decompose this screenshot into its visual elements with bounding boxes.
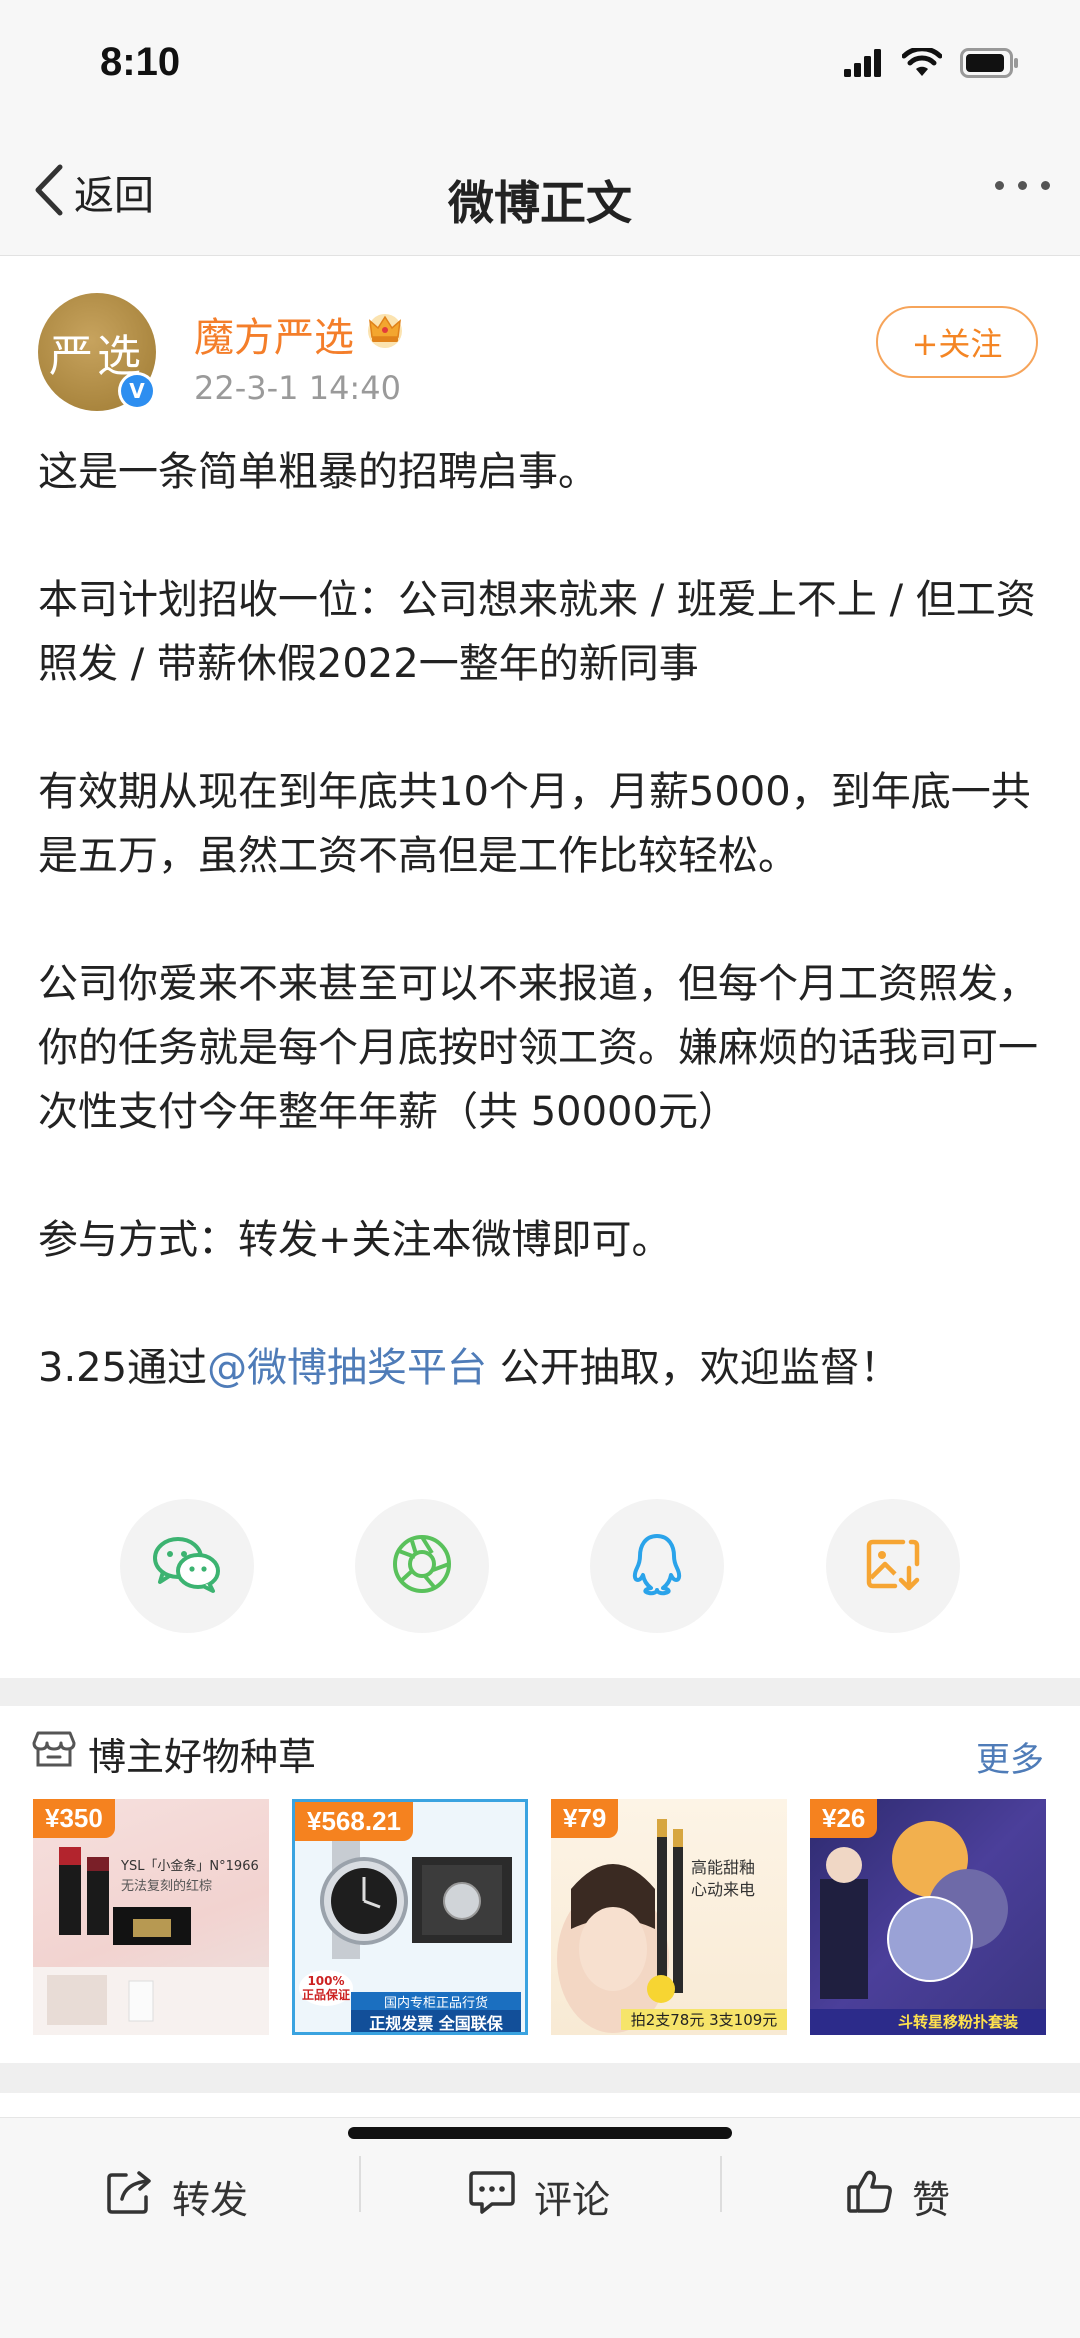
goods-banner-top: 国内专柜正品行货 bbox=[351, 1992, 521, 2011]
goods-caption: 高能甜釉 心动来电 bbox=[691, 1858, 756, 1899]
goods-more-link[interactable]: 更多 bbox=[976, 1732, 1044, 1781]
post-paragraph: 本司计划招收一位：公司想来就来 / 班爱上不上 / 但工资照发 / 带薪休假20… bbox=[38, 577, 1036, 687]
status-icons bbox=[844, 46, 1020, 82]
goods-item[interactable]: 斗转星移粉扑套装 ¥26 bbox=[810, 1799, 1046, 2035]
post-paragraph: 有效期从现在到年底共10个月，月薪5000，到年底一共是五万，虽然工资不高但是工… bbox=[38, 769, 1031, 879]
home-indicator[interactable] bbox=[348, 2127, 732, 2139]
post-paragraph: 公司你爱来不来甚至可以不来报道，但每个月工资照发，你的任务就是每个月底按时领工资… bbox=[38, 961, 1038, 1135]
comment-button[interactable]: 评论 bbox=[468, 2156, 610, 2236]
like-button[interactable]: 赞 bbox=[846, 2156, 950, 2236]
goods-caption: YSL「小金条」N°1966 bbox=[121, 1859, 259, 1874]
goods-caption: 斗转星移粉扑套装 bbox=[897, 2013, 1018, 2031]
post-paragraph: 这是一条简单粗暴的招聘启事。 bbox=[38, 449, 598, 495]
crown-icon bbox=[364, 309, 406, 359]
section-divider bbox=[0, 1678, 1080, 1706]
authentic-badge: 100% 正品保证 bbox=[299, 1970, 353, 2006]
goods-banner: 正规发票 全国联保 bbox=[351, 2010, 521, 2032]
post-time: 22-3-1 14:40 bbox=[194, 369, 401, 407]
post-text: 3.25通过 bbox=[38, 1345, 208, 1391]
goods-list: YSL「小金条」N°1966 无法复刻的红棕 ¥350 100% 正品保证 国内… bbox=[33, 1799, 1053, 2035]
thumbs-up-icon bbox=[846, 2169, 894, 2224]
signal-icon bbox=[844, 49, 884, 81]
goods-subcaption: 无法复刻的红棕 bbox=[121, 1879, 213, 1894]
goods-price: ¥568.21 bbox=[295, 1802, 413, 1841]
goods-item[interactable]: 100% 正品保证 国内专柜正品行货 正规发票 全国联保 ¥568.21 bbox=[292, 1799, 528, 2035]
goods-price: ¥350 bbox=[33, 1799, 115, 1838]
wifi-icon bbox=[901, 46, 943, 82]
like-label: 赞 bbox=[912, 2177, 951, 2222]
post-paragraph-last: 3.25通过@微博抽奖平台 公开抽取，欢迎监督！ bbox=[38, 1336, 1048, 1400]
share-moments-button[interactable] bbox=[355, 1499, 489, 1633]
repost-button[interactable]: 转发 bbox=[106, 2156, 248, 2236]
moments-icon bbox=[391, 1533, 453, 1599]
repost-label: 转发 bbox=[172, 2177, 249, 2222]
post-paragraph: 参与方式：转发+关注本微博即可。 bbox=[38, 1217, 672, 1263]
wechat-icon bbox=[151, 1534, 223, 1598]
goods-item[interactable]: YSL「小金条」N°1966 无法复刻的红棕 ¥350 bbox=[33, 1799, 269, 2035]
save-image-icon bbox=[863, 1534, 923, 1598]
status-time: 8:10 bbox=[100, 40, 181, 84]
battery-icon bbox=[960, 48, 1020, 82]
post-text: 公开抽取，欢迎监督！ bbox=[487, 1345, 900, 1391]
page-title: 微博正文 bbox=[448, 176, 632, 230]
save-image-button[interactable] bbox=[826, 1499, 960, 1633]
status-bar: 8:10 bbox=[0, 0, 1080, 135]
share-wechat-button[interactable] bbox=[120, 1499, 254, 1633]
goods-item[interactable]: 高能甜釉 心动来电 拍2支78元 3支109元 ¥79 bbox=[551, 1799, 787, 2035]
author-name: 魔方严选 bbox=[194, 315, 354, 361]
author-name-row[interactable]: 魔方严选 bbox=[194, 305, 406, 363]
section-divider bbox=[0, 2063, 1080, 2093]
goods-price: ¥79 bbox=[551, 1799, 619, 1838]
comment-label: 评论 bbox=[534, 2177, 611, 2222]
repost-icon bbox=[106, 2169, 154, 2224]
nav-bar: 返回 微博正文 bbox=[0, 135, 1080, 256]
qq-icon bbox=[629, 1532, 685, 1600]
follow-button[interactable]: +关注 bbox=[876, 306, 1038, 378]
post-content: 这是一条简单粗暴的招聘启事。 本司计划招收一位：公司想来就来 / 班爱上不上 /… bbox=[38, 440, 1048, 1400]
bottom-toolbar: 转发 评论 赞 bbox=[0, 2117, 1080, 2338]
mention-link[interactable]: @微博抽奖平台 bbox=[207, 1345, 487, 1391]
share-qq-button[interactable] bbox=[590, 1499, 724, 1633]
comment-icon bbox=[468, 2169, 516, 2224]
shop-icon bbox=[32, 1729, 76, 1778]
goods-section-title: 博主好物种草 bbox=[32, 1726, 316, 1781]
verified-badge-icon: V bbox=[118, 372, 156, 410]
toolbar-divider bbox=[359, 2156, 361, 2212]
goods-price: ¥26 bbox=[810, 1799, 878, 1838]
toolbar-divider bbox=[720, 2156, 722, 2212]
goods-title-text: 博主好物种草 bbox=[88, 1735, 317, 1779]
more-options-icon[interactable] bbox=[995, 181, 1050, 190]
goods-banner: 拍2支78元 3支109元 bbox=[621, 2009, 787, 2030]
